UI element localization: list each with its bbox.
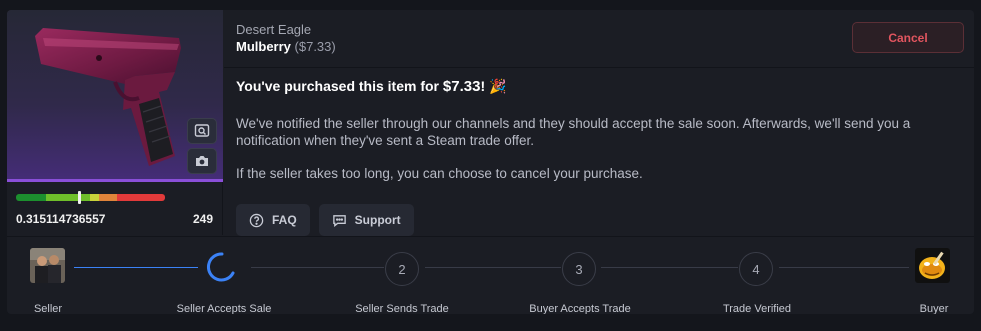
step-label-verified: Trade Verified bbox=[722, 303, 792, 314]
purchase-headline: You've purchased this item for $7.33! 🎉 bbox=[236, 78, 956, 95]
cancel-hint-paragraph: If the seller takes too long, you can ch… bbox=[236, 166, 643, 181]
item-header: Desert Eagle Mulberry ($7.33) Cancel bbox=[224, 10, 974, 68]
step-circle-3: 3 bbox=[562, 252, 596, 286]
step-circle-2: 2 bbox=[385, 252, 419, 286]
faq-button[interactable]: FAQ bbox=[236, 204, 310, 236]
headline-text: You've purchased this item for bbox=[236, 78, 443, 94]
help-links: FAQ Support bbox=[236, 204, 414, 236]
pattern-value: 249 bbox=[193, 212, 214, 226]
headline-price: $7.33 bbox=[442, 78, 481, 95]
progress-line bbox=[779, 267, 909, 268]
inspect-button[interactable] bbox=[187, 118, 217, 144]
step-label-sends: Seller Sends Trade bbox=[355, 303, 449, 314]
item-price: ($7.33) bbox=[294, 39, 336, 54]
progress-line-complete bbox=[74, 267, 198, 268]
step-label-accepts: Seller Accepts Sale bbox=[176, 303, 272, 314]
step-label-buyer: Buyer bbox=[919, 303, 949, 314]
notification-paragraph: We've notified the seller through our ch… bbox=[236, 116, 911, 148]
support-button[interactable]: Support bbox=[318, 204, 414, 236]
desert-eagle-image bbox=[35, 28, 181, 166]
wear-marker bbox=[77, 191, 81, 204]
item-name-line: Mulberry ($7.33) bbox=[236, 39, 336, 54]
inspect-icon bbox=[194, 124, 210, 137]
party-icon: 🎉 bbox=[489, 78, 507, 94]
support-label: Support bbox=[354, 213, 401, 227]
step-circle-4: 4 bbox=[739, 252, 773, 286]
progress-line bbox=[425, 267, 561, 268]
step-label-seller: Seller bbox=[33, 303, 63, 314]
headline-suffix: ! bbox=[480, 78, 486, 94]
trade-progress: 2 3 4 Seller Seller Accepts Sale Seller … bbox=[7, 236, 974, 314]
progress-line bbox=[251, 267, 384, 268]
item-image bbox=[7, 10, 223, 182]
wear-bar bbox=[16, 194, 165, 201]
float-value: 0.315114736557 bbox=[16, 212, 106, 226]
help-circle-icon bbox=[249, 213, 264, 227]
item-type: Desert Eagle bbox=[236, 22, 312, 37]
purchase-message: You've purchased this item for $7.33! 🎉 … bbox=[236, 78, 956, 236]
faq-label: FAQ bbox=[272, 213, 297, 227]
item-panel: 0.315114736557 249 bbox=[7, 10, 223, 235]
loading-spinner-icon bbox=[206, 252, 235, 282]
camera-icon bbox=[196, 156, 208, 166]
step-label-buyer-accepts: Buyer Accepts Trade bbox=[529, 303, 631, 314]
screenshot-button[interactable] bbox=[187, 148, 217, 174]
chat-icon bbox=[332, 214, 346, 227]
progress-line bbox=[601, 267, 738, 268]
trade-card: 0.315114736557 249 Desert Eagle Mulberry… bbox=[7, 10, 974, 314]
seller-avatar bbox=[30, 248, 65, 283]
buyer-avatar bbox=[915, 248, 950, 283]
item-name: Mulberry bbox=[236, 39, 291, 54]
cancel-button[interactable]: Cancel bbox=[852, 22, 964, 53]
